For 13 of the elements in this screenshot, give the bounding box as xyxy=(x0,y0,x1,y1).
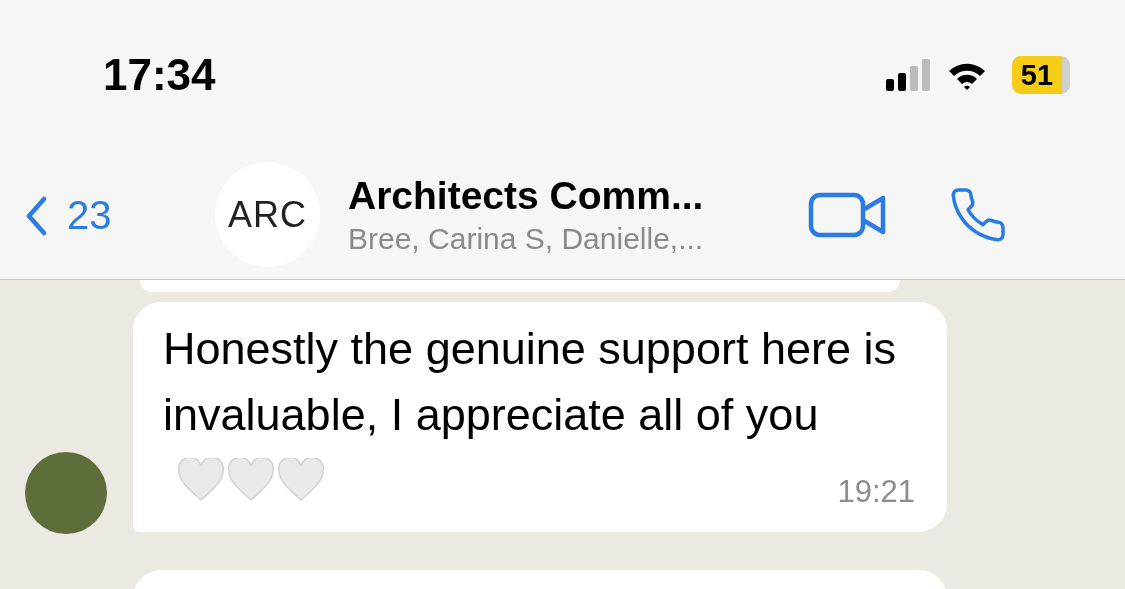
group-avatar[interactable]: ARC xyxy=(215,162,320,267)
chat-members: Bree, Carina S, Danielle,... xyxy=(348,221,705,256)
back-button[interactable]: 23 xyxy=(25,193,215,238)
status-time: 17:34 xyxy=(103,50,216,100)
unread-count: 23 xyxy=(67,193,112,238)
heart-icon xyxy=(227,458,275,502)
message-time: 19:21 xyxy=(837,474,915,510)
chevron-left-icon xyxy=(25,195,47,236)
chat-title[interactable]: Architects Comm... xyxy=(348,173,798,218)
battery-indicator: 51 xyxy=(1012,56,1070,94)
message-text: Honestly the genuine support here is invaluable, I appreciate all of you xyxy=(163,323,896,440)
heart-icon xyxy=(277,458,325,502)
heart-icon xyxy=(177,458,225,502)
